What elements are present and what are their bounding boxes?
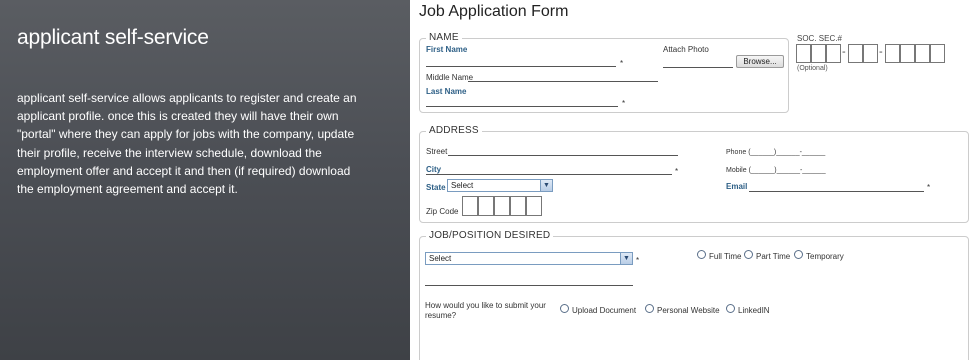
email-label: Email bbox=[726, 182, 748, 191]
form-panel: Job Application Form NAME First Name * M… bbox=[410, 0, 972, 360]
zip-digit-box[interactable] bbox=[478, 196, 494, 216]
zip-digit-box[interactable] bbox=[510, 196, 526, 216]
resume-question: How would you like to submit your resume… bbox=[425, 301, 546, 320]
ssn-digit-box[interactable] bbox=[915, 44, 930, 63]
ssn-digit-box[interactable] bbox=[930, 44, 945, 63]
form-title: Job Application Form bbox=[419, 3, 569, 20]
email-input[interactable] bbox=[749, 191, 924, 192]
ssn-dash: - bbox=[842, 46, 846, 58]
last-name-input[interactable] bbox=[426, 106, 618, 107]
full-time-label: Full Time bbox=[709, 252, 742, 261]
personal-website-label: Personal Website bbox=[657, 306, 720, 315]
middle-name-input[interactable] bbox=[468, 81, 658, 82]
ssn-digit-box[interactable] bbox=[811, 44, 826, 63]
name-legend: NAME bbox=[426, 32, 462, 43]
first-name-required-mark: * bbox=[620, 59, 624, 68]
mobile-row[interactable]: Mobile (______)______-______ bbox=[726, 167, 826, 174]
phone-label: Phone bbox=[726, 149, 747, 156]
ssn-digit-box[interactable] bbox=[848, 44, 863, 63]
ssn-digit-box[interactable] bbox=[863, 44, 878, 63]
mobile-input[interactable]: (______)______-______ bbox=[749, 167, 826, 174]
photo-path-input[interactable] bbox=[663, 67, 733, 68]
zip-digit-box[interactable] bbox=[526, 196, 542, 216]
ssn-label: SOC. SEC.# bbox=[797, 34, 842, 43]
email-required-mark: * bbox=[927, 183, 931, 192]
ssn-optional-note: (Optional) bbox=[797, 65, 828, 72]
city-required-mark: * bbox=[675, 167, 679, 176]
upload-document-radio[interactable] bbox=[560, 304, 569, 313]
ssn-digit-box[interactable] bbox=[900, 44, 915, 63]
city-input[interactable] bbox=[426, 174, 672, 175]
job-legend: JOB/POSITION DESIRED bbox=[426, 230, 554, 241]
phone-input[interactable]: (______)______-______ bbox=[748, 149, 825, 156]
last-name-label: Last Name bbox=[426, 87, 467, 96]
zip-digit-box[interactable] bbox=[462, 196, 478, 216]
panel-description: applicant self-service allows applicants… bbox=[17, 91, 357, 197]
personal-website-radio[interactable] bbox=[645, 304, 654, 313]
street-input[interactable] bbox=[448, 155, 678, 156]
middle-name-label: Middle Name bbox=[426, 73, 474, 82]
chevron-down-icon: ▼ bbox=[620, 253, 632, 264]
state-select-value: Select bbox=[451, 181, 474, 190]
upload-document-label: Upload Document bbox=[572, 306, 637, 315]
job-required-mark: * bbox=[636, 256, 640, 265]
left-panel: applicant self-service applicant self-se… bbox=[0, 0, 410, 360]
first-name-label: First Name bbox=[426, 45, 468, 54]
state-label: State bbox=[426, 183, 446, 192]
part-time-radio[interactable] bbox=[744, 250, 753, 259]
linkedin-label: LinkedIN bbox=[738, 306, 770, 315]
full-time-radio[interactable] bbox=[697, 250, 706, 259]
address-fieldset: ADDRESS Street City * State Select ▼ Zip… bbox=[419, 125, 969, 223]
job-select-value: Select bbox=[429, 254, 452, 263]
linkedin-radio[interactable] bbox=[726, 304, 735, 313]
first-name-input[interactable] bbox=[426, 66, 616, 67]
state-select[interactable]: Select ▼ bbox=[447, 179, 553, 192]
last-name-required-mark: * bbox=[622, 99, 626, 108]
job-select[interactable]: Select ▼ bbox=[425, 252, 633, 265]
temporary-radio[interactable] bbox=[794, 250, 803, 259]
name-fieldset: NAME First Name * Middle Name Last Name … bbox=[419, 32, 789, 113]
browse-button[interactable]: Browse... bbox=[736, 55, 784, 68]
part-time-label: Part Time bbox=[756, 252, 791, 261]
city-label: City bbox=[426, 165, 442, 174]
job-other-input[interactable] bbox=[425, 285, 633, 286]
chevron-down-icon: ▼ bbox=[540, 180, 552, 191]
ssn-digit-box[interactable] bbox=[826, 44, 841, 63]
ssn-dash: - bbox=[879, 46, 883, 58]
ssn-digit-box[interactable] bbox=[796, 44, 811, 63]
address-legend: ADDRESS bbox=[426, 125, 482, 136]
zip-digit-box[interactable] bbox=[494, 196, 510, 216]
zip-label: Zip Code bbox=[426, 207, 459, 216]
ssn-digit-box[interactable] bbox=[885, 44, 900, 63]
mobile-label: Mobile bbox=[726, 167, 747, 174]
attach-photo-label: Attach Photo bbox=[663, 45, 709, 54]
job-fieldset: JOB/POSITION DESIRED Select ▼ * Full Tim… bbox=[419, 230, 969, 360]
panel-heading: applicant self-service bbox=[17, 26, 209, 49]
phone-row[interactable]: Phone (______)______-______ bbox=[726, 149, 825, 156]
street-label: Street bbox=[426, 147, 448, 156]
temporary-label: Temporary bbox=[806, 252, 844, 261]
